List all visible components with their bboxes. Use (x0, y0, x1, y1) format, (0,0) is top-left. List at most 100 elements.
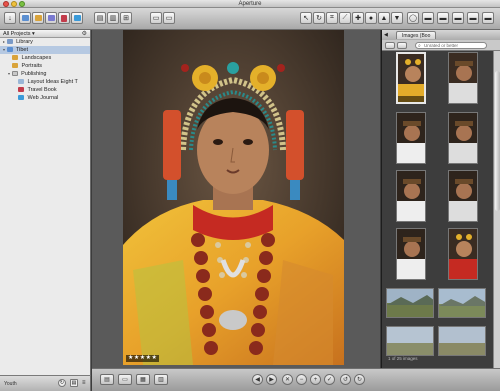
chevron-left-icon[interactable]: ◀ (384, 32, 388, 38)
tab-images[interactable]: Images (Boo (396, 31, 437, 39)
new-smart-album-icon[interactable] (45, 12, 57, 24)
thumbnail-image (449, 229, 477, 279)
select-icon[interactable]: ↖ (300, 12, 312, 24)
library-icon (6, 39, 13, 45)
view-mode-icon[interactable]: ▬ (422, 12, 434, 24)
thumbnail[interactable] (448, 170, 478, 222)
viewer-mode-icon[interactable]: ▭ (118, 374, 132, 385)
tree-item-layout-ideas[interactable]: Layout Ideas Eight T (0, 78, 90, 86)
straighten-icon[interactable]: ⟋ (339, 12, 351, 24)
thumbnail[interactable] (438, 326, 486, 356)
inspector-icon[interactable]: ▬ (452, 12, 464, 24)
loupe-icon[interactable]: ◯ (407, 12, 419, 24)
thumbnail-image (387, 327, 433, 355)
thumbnail-image (397, 113, 425, 163)
browser-scrollbar[interactable] (493, 51, 500, 368)
thumbnail-badge (398, 96, 424, 102)
thumbnail[interactable] (396, 52, 426, 104)
rating-up-icon[interactable]: + (310, 374, 321, 385)
thumbnail[interactable] (396, 170, 426, 222)
thumbnail-image (387, 289, 433, 317)
main-viewer-icon[interactable]: ▭ (150, 12, 162, 24)
new-book-icon[interactable] (58, 12, 70, 24)
action-menu-icon[interactable]: ▤ (70, 379, 78, 387)
crop-icon[interactable]: ⌗ (326, 12, 338, 24)
projects-panel: All Projects ▾ ⚙ ▸ Library ▾ Tibet Lands… (0, 30, 91, 375)
thumbnail[interactable] (448, 228, 478, 280)
thumbnail-image (439, 289, 485, 317)
thumbnail[interactable] (386, 326, 434, 356)
tree-item-label: Layout Ideas Eight T (27, 79, 78, 85)
portrait-image (123, 30, 344, 365)
scroll-thumb[interactable] (495, 71, 500, 211)
resize-handle-icon[interactable]: ≡ (82, 379, 88, 387)
tree-item-label: Portraits (21, 63, 43, 69)
view-mode-icon[interactable]: ▬ (437, 12, 449, 24)
rating-down-icon[interactable]: − (296, 374, 307, 385)
show-projects-icon[interactable]: ▤ (100, 374, 114, 385)
rating-stars[interactable]: ★★★★★ (126, 355, 160, 362)
projects-header[interactable]: All Projects ▾ ⚙ (0, 30, 90, 38)
tree-item-label: Landscapes (21, 55, 52, 61)
next-icon[interactable]: ▶ (266, 374, 277, 385)
book-icon (18, 87, 24, 93)
thumbnail[interactable] (396, 228, 426, 280)
tree-item-web-journal[interactable]: Web Journal (0, 94, 90, 102)
tree-item-library[interactable]: ▸ Library (0, 38, 90, 46)
thumbnail-image (397, 171, 425, 221)
browser-panel: Images (Boo ◀ ⌕ Unrated or better (381, 30, 500, 368)
web-journal-icon (18, 95, 24, 101)
fullscreen-icon[interactable]: ▭ (163, 12, 175, 24)
tree-item-portraits[interactable]: Portraits (0, 62, 90, 70)
new-webpage-icon[interactable] (71, 12, 83, 24)
browser-mode-icon[interactable]: ▦ (136, 374, 150, 385)
list-view-icon[interactable] (397, 42, 407, 49)
search-input[interactable]: ⌕ Unrated or better (415, 42, 487, 49)
tree-item-label: Travel Book (27, 87, 57, 93)
thumbnail[interactable] (448, 52, 478, 104)
thumbnail[interactable] (386, 288, 434, 318)
new-project-icon[interactable] (19, 12, 31, 24)
stack-icon[interactable]: ▤ (94, 12, 106, 24)
thumbnail-image (397, 229, 425, 279)
thumbnail-image (449, 113, 477, 163)
grid-view-icon[interactable] (385, 42, 395, 49)
rotate-left-icon[interactable]: ↺ (340, 374, 351, 385)
browser-status: 1 of 25 images (388, 356, 418, 361)
search-row: ⌕ Unrated or better (382, 40, 500, 51)
rotate-right-icon[interactable]: ↻ (354, 374, 365, 385)
metadata-icon[interactable]: ▬ (482, 12, 494, 24)
thumbnail[interactable] (396, 112, 426, 164)
lift-stamp-icon[interactable]: ⊞ (120, 12, 132, 24)
previous-icon[interactable]: ◀ (252, 374, 263, 385)
import-icon[interactable]: ↓ (4, 12, 16, 24)
tree-item-publishing[interactable]: ▾ Publishing (0, 70, 90, 78)
new-album-icon[interactable] (32, 12, 44, 24)
album-icon (12, 63, 18, 69)
red-eye-icon[interactable]: ● (365, 12, 377, 24)
projects-header-label: All Projects ▾ (3, 31, 35, 37)
rotate-icon[interactable]: ↻ (313, 12, 325, 24)
thumbnail[interactable] (448, 112, 478, 164)
select-icon[interactable]: ✓ (324, 374, 335, 385)
refresh-icon[interactable]: ↻ (58, 379, 66, 387)
projects-footer: Youth ↻ ▤ ≡ (0, 375, 91, 391)
reject-icon[interactable]: ✕ (282, 374, 293, 385)
split-view-icon[interactable]: ▥ (154, 374, 168, 385)
light-table-icon (18, 79, 24, 85)
thumbnail[interactable] (438, 288, 486, 318)
gear-icon[interactable]: ⚙ (82, 30, 87, 38)
thumbnail-image (449, 53, 477, 103)
compare-icon[interactable]: ▥ (107, 12, 119, 24)
adjust-hud-icon[interactable]: ▬ (467, 12, 479, 24)
main-photo[interactable] (123, 30, 344, 365)
patch-icon[interactable]: ✚ (352, 12, 364, 24)
tree-item-travel-book[interactable]: Travel Book (0, 86, 90, 94)
tree-item-tibet[interactable]: ▾ Tibet (0, 46, 90, 54)
stamp-icon[interactable]: ▼ (391, 12, 403, 24)
tree-item-landscapes[interactable]: Landscapes (0, 54, 90, 62)
browser-tabs: Images (Boo ◀ (382, 30, 500, 40)
lift-icon[interactable]: ▲ (378, 12, 390, 24)
control-bar: ▤ ▭ ▦ ▥ ◀ ▶ ✕ − + ✓ ↺ ↻ (92, 368, 500, 391)
main-toolbar: ↓ ▤ ▥ ⊞ ▭ ▭ ↖ ↻ ⌗ ⟋ ✚ ● ▲ ▼ ◯ ▬ ▬ ▬ ▬ ▬ (0, 8, 500, 30)
